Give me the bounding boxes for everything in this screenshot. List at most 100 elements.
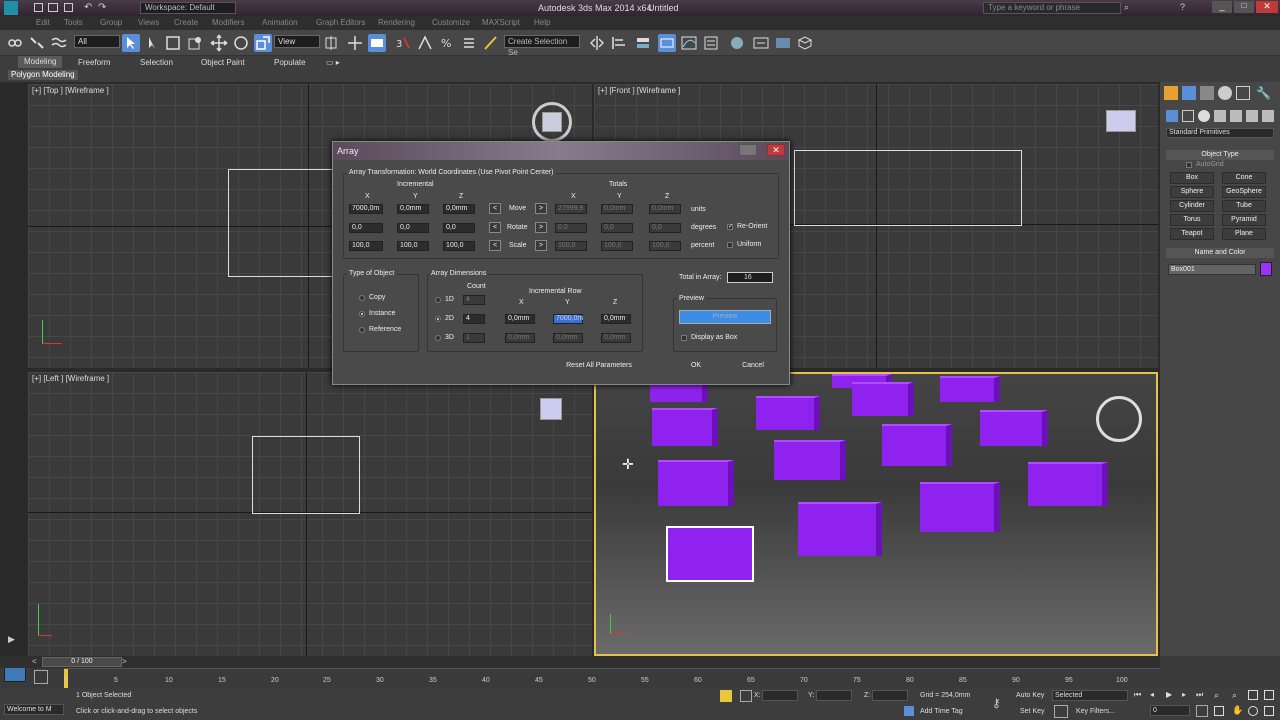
geometry-icon[interactable] [1166, 110, 1178, 122]
new-icon[interactable] [34, 3, 43, 12]
category-dropdown[interactable]: Standard Primitives [1166, 128, 1274, 138]
current-frame-field[interactable]: 0 [1150, 705, 1190, 716]
bind-space-warp-icon[interactable] [50, 34, 68, 52]
display-as-box-checkbox[interactable] [681, 335, 687, 341]
scale-right-arrow[interactable]: > [535, 240, 547, 251]
cameras-icon[interactable] [1214, 110, 1226, 122]
dim-1d-radio[interactable] [435, 297, 441, 303]
dim-2d-radio[interactable] [435, 316, 441, 322]
y-coord-field[interactable] [816, 690, 852, 701]
scale-tot-y[interactable]: 100,0 [601, 241, 633, 251]
name-color-header[interactable]: Name and Color [1166, 248, 1274, 258]
select-manipulate-icon[interactable] [346, 34, 364, 52]
graphite-toggle-icon[interactable] [658, 34, 676, 52]
reset-all-parameters-button[interactable]: Reset All Parameters [553, 359, 645, 373]
move-tot-z[interactable]: 0,0mm [649, 204, 681, 214]
move-tot-x[interactable]: 27999,9 [555, 204, 587, 214]
viewcube-left[interactable] [540, 398, 562, 420]
object-color-swatch[interactable] [1260, 262, 1272, 276]
array-box[interactable] [920, 482, 1000, 532]
object-type-header[interactable]: Object Type [1166, 150, 1274, 160]
maximize-viewport-icon[interactable] [1264, 706, 1274, 716]
display-tab-icon[interactable] [1236, 86, 1250, 100]
menu-create[interactable]: Create [174, 18, 198, 27]
ok-button[interactable]: OK [679, 359, 713, 373]
scale-tot-z[interactable]: 100,0 [649, 241, 681, 251]
rotate-tot-z[interactable]: 0,0 [649, 223, 681, 233]
next-frame-icon[interactable]: ▸ [1182, 690, 1186, 699]
angle-snap-icon[interactable] [416, 34, 434, 52]
add-time-tag[interactable]: Add Time Tag [920, 708, 963, 715]
dialog-min-button[interactable] [739, 144, 757, 156]
goto-end-icon[interactable]: ⏭ [1196, 690, 1203, 700]
menu-maxscript[interactable]: MAXScript [482, 18, 520, 27]
dim-3d-radio[interactable] [435, 335, 441, 341]
key-icon[interactable]: ⚷ [992, 696, 1001, 710]
link-icon[interactable] [6, 34, 24, 52]
modify-tab-icon[interactable] [1182, 86, 1196, 100]
lights-icon[interactable] [1198, 110, 1210, 122]
tube-button[interactable]: Tube [1222, 200, 1266, 212]
move-icon[interactable] [210, 34, 228, 52]
keyboard-shortcut-icon[interactable] [368, 34, 386, 52]
teapot-button[interactable]: Teapot [1170, 228, 1214, 240]
align-icon[interactable] [610, 34, 628, 52]
cone-button[interactable]: Cone [1222, 172, 1266, 184]
viewport-perspective[interactable]: ✛ [594, 372, 1158, 656]
x-coord-field[interactable] [762, 690, 798, 701]
minimize-button[interactable]: _ [1212, 1, 1232, 13]
autogrid-checkbox[interactable] [1186, 162, 1192, 168]
box-wireframe[interactable] [252, 436, 360, 514]
array-box[interactable] [1028, 462, 1108, 506]
ribbon-options-icon[interactable]: ▭ ▸ [326, 58, 340, 67]
move-right-arrow[interactable]: > [535, 203, 547, 214]
scale-inc-x[interactable]: 100,0 [349, 241, 383, 251]
rect-selection-icon[interactable] [164, 34, 182, 52]
scale-icon[interactable] [254, 34, 272, 52]
dim-3d-count[interactable]: 1 [463, 333, 485, 343]
box-button[interactable]: Box [1170, 172, 1214, 184]
curve-editor-icon[interactable] [680, 34, 698, 52]
box-wireframe[interactable] [794, 150, 1022, 226]
render-setup-icon[interactable] [752, 34, 770, 52]
menu-group[interactable]: Group [100, 18, 122, 27]
percent-snap-icon[interactable]: % [438, 34, 456, 52]
tab-modeling[interactable]: Modeling [18, 56, 63, 68]
scale-left-arrow[interactable]: < [489, 240, 501, 251]
help-icon[interactable]: ? [1180, 2, 1185, 12]
array-box[interactable] [658, 460, 734, 506]
torus-button[interactable]: Torus [1170, 214, 1214, 226]
menu-customize[interactable]: Customize [432, 18, 470, 27]
mirror-icon[interactable] [588, 34, 606, 52]
time-config-icon[interactable] [1196, 705, 1208, 717]
sphere-button[interactable]: Sphere [1170, 186, 1214, 198]
search-icon[interactable]: ⌕ [1124, 2, 1129, 13]
motion-tab-icon[interactable] [1218, 86, 1232, 100]
key-filters-button[interactable]: Key Filters... [1076, 705, 1126, 718]
goto-start-icon[interactable]: ⏮ [1134, 690, 1141, 700]
save-icon[interactable] [64, 3, 73, 12]
layer-manager-icon[interactable] [634, 34, 652, 52]
viewport-left[interactable]: [+] [Left ] [Wireframe ] [28, 372, 592, 656]
dim-2d-z[interactable]: 0,0mm [601, 314, 631, 324]
menu-graph-editors[interactable]: Graph Editors [316, 18, 365, 27]
selection-filter-dropdown[interactable]: All [74, 35, 120, 48]
set-key-icon[interactable] [1054, 705, 1068, 718]
viewport-top-label[interactable]: [+] [Top ] [Wireframe ] [32, 86, 109, 95]
utilities-tab-icon[interactable]: 🔧 [1256, 86, 1271, 100]
array-box[interactable] [652, 408, 718, 446]
rotate-left-arrow[interactable]: < [489, 222, 501, 233]
tab-selection[interactable]: Selection [140, 58, 173, 67]
pyramid-button[interactable]: Pyramid [1222, 214, 1266, 226]
dim-3d-x[interactable]: 0,0mm [505, 333, 535, 343]
helpers-icon[interactable] [1230, 110, 1242, 122]
transform-mode-icon[interactable] [740, 690, 752, 702]
rotate-inc-y[interactable]: 0,0 [397, 223, 429, 233]
reference-radio[interactable] [359, 327, 365, 333]
dim-3d-y[interactable]: 0,0mm [553, 333, 583, 343]
search-input[interactable]: Type a keyword or phrase [983, 2, 1121, 14]
array-box[interactable] [756, 396, 820, 430]
uniform-checkbox[interactable] [727, 242, 733, 248]
cylinder-button[interactable]: Cylinder [1170, 200, 1214, 212]
polygon-modeling-label[interactable]: Polygon Modeling [8, 70, 78, 80]
